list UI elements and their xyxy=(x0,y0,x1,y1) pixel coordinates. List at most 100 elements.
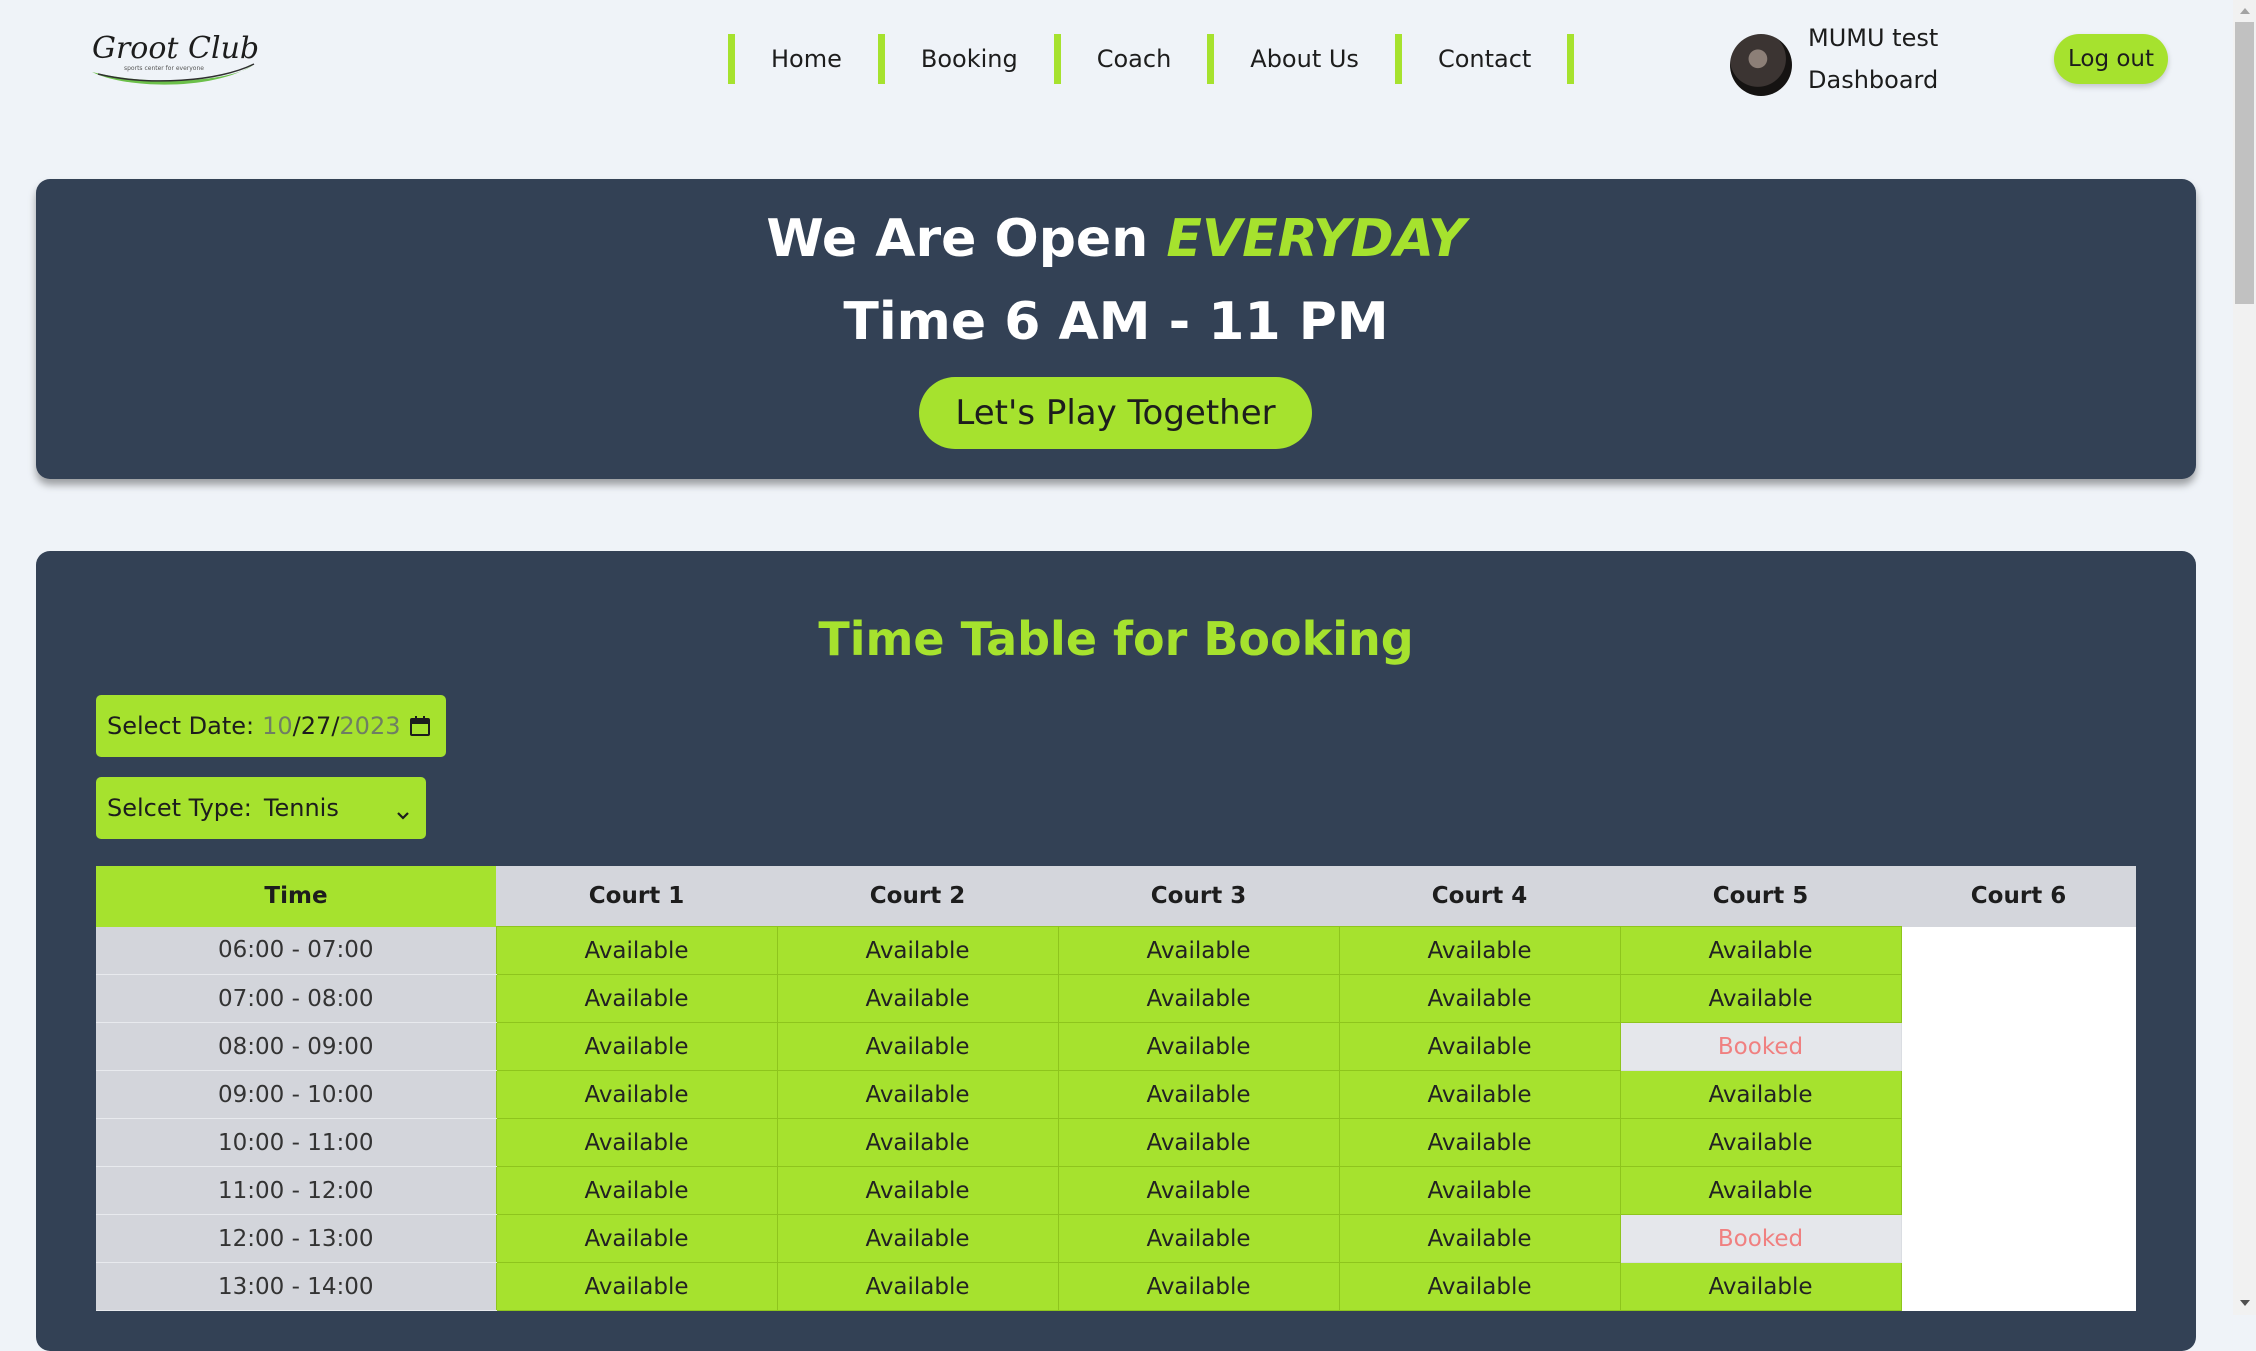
scroll-up-arrow-icon[interactable] xyxy=(2240,8,2250,14)
slot-available-court-4[interactable]: Available xyxy=(1338,1022,1621,1071)
slot-available-court-2[interactable]: Available xyxy=(776,1214,1059,1263)
type-label: Selcet Type: xyxy=(107,794,252,822)
slot-available-court-2[interactable]: Available xyxy=(776,1118,1059,1167)
dashboard-link[interactable]: Dashboard xyxy=(1808,64,1938,96)
type-value[interactable]: Tennis xyxy=(264,794,339,822)
user-name: MUMU test xyxy=(1808,24,1939,52)
time-slot-cell: 09:00 - 10:00 xyxy=(96,1070,496,1119)
date-month[interactable]: 10 xyxy=(262,712,293,740)
time-slot-cell: 13:00 - 14:00 xyxy=(96,1262,496,1311)
column-header-court-3: Court 3 xyxy=(1058,866,1339,927)
date-picker[interactable]: Select Date: 10/27/2023 xyxy=(96,695,446,757)
date-value[interactable]: 10/27/2023 xyxy=(262,712,400,740)
nav-divider xyxy=(877,34,885,84)
slot-available-court-1[interactable]: Available xyxy=(495,1118,778,1167)
slot-available-court-3[interactable]: Available xyxy=(1057,1070,1340,1119)
table-row: 12:00 - 13:00 Available Available Available… xyxy=(96,1214,2136,1263)
nav-divider xyxy=(728,34,735,84)
time-slot-cell: 07:00 - 08:00 xyxy=(96,974,496,1023)
slot-available-court-5[interactable]: Available xyxy=(1619,926,1902,975)
slot-available-court-1[interactable]: Available xyxy=(495,1262,778,1311)
slot-available-court-1[interactable]: Available xyxy=(495,1214,778,1263)
timetable-body: 06:00 - 07:00 Available Available Available… xyxy=(96,926,2136,1311)
calendar-icon[interactable] xyxy=(408,714,432,738)
table-row: 13:00 - 14:00 Available Available Available… xyxy=(96,1262,2136,1311)
column-header-court-5: Court 5 xyxy=(1620,866,1901,927)
slot-booked-court-5: Booked xyxy=(1619,1214,1902,1263)
slot-available-court-4[interactable]: Available xyxy=(1338,1214,1621,1263)
hero-headline: We Are Open EVERYDAY xyxy=(36,207,2196,271)
nav-home[interactable]: Home xyxy=(735,34,878,84)
slot-available-court-4[interactable]: Available xyxy=(1338,926,1621,975)
groot-club-logo[interactable]: Groot Club sports center for everyone xyxy=(88,28,258,90)
time-slot-cell: 08:00 - 09:00 xyxy=(96,1022,496,1071)
slot-available-court-4[interactable]: Available xyxy=(1338,1118,1621,1167)
time-slot-cell: 06:00 - 07:00 xyxy=(96,926,496,975)
date-label: Select Date: xyxy=(107,712,255,740)
table-row: 07:00 - 08:00 Available Available Available… xyxy=(96,974,2136,1023)
slot-available-court-3[interactable]: Available xyxy=(1057,1022,1340,1071)
table-row: 06:00 - 07:00 Available Available Available… xyxy=(96,926,2136,975)
slot-available-court-1[interactable]: Available xyxy=(495,926,778,975)
date-day[interactable]: 27 xyxy=(301,712,332,740)
slot-available-court-2[interactable]: Available xyxy=(776,1262,1059,1311)
slot-available-court-4[interactable]: Available xyxy=(1338,1262,1621,1311)
slot-available-court-3[interactable]: Available xyxy=(1057,1214,1340,1263)
date-sep: / xyxy=(292,712,301,740)
main-nav: Home Booking Coach About Us Contact xyxy=(728,34,1575,84)
slot-booked-court-5: Booked xyxy=(1619,1022,1902,1071)
nav-divider xyxy=(1207,34,1215,84)
slot-available-court-5[interactable]: Available xyxy=(1619,1118,1902,1167)
slot-empty-court-6 xyxy=(1901,1166,2136,1215)
slot-available-court-5[interactable]: Available xyxy=(1619,1070,1902,1119)
nav-coach[interactable]: Coach xyxy=(1061,34,1208,84)
logout-button[interactable]: Log out xyxy=(2054,34,2168,84)
avatar[interactable] xyxy=(1730,34,1792,96)
slot-available-court-4[interactable]: Available xyxy=(1338,1166,1621,1215)
scrollbar-thumb[interactable] xyxy=(2235,22,2254,304)
slot-empty-court-6 xyxy=(1901,926,2136,975)
scroll-down-arrow-icon[interactable] xyxy=(2240,1300,2250,1306)
chevron-down-icon[interactable] xyxy=(396,801,410,820)
slot-available-court-5[interactable]: Available xyxy=(1619,1262,1902,1311)
nav-divider xyxy=(1394,34,1402,84)
hero-hours: Time 6 AM - 11 PM xyxy=(843,292,1389,352)
hero-headline-prefix: We Are Open xyxy=(766,209,1149,269)
nav-booking[interactable]: Booking xyxy=(885,34,1054,84)
slot-available-court-5[interactable]: Available xyxy=(1619,974,1902,1023)
slot-available-court-2[interactable]: Available xyxy=(776,926,1059,975)
nav-divider xyxy=(1053,34,1061,84)
column-header-time: Time xyxy=(96,866,496,927)
nav-contact[interactable]: Contact xyxy=(1402,34,1567,84)
slot-available-court-3[interactable]: Available xyxy=(1057,1262,1340,1311)
nav-about-us[interactable]: About Us xyxy=(1214,34,1395,84)
slot-available-court-3[interactable]: Available xyxy=(1057,926,1340,975)
hero-banner: We Are Open EVERYDAY Time 6 AM - 11 PM L… xyxy=(36,179,2196,479)
slot-empty-court-6 xyxy=(1901,1214,2136,1263)
slot-available-court-2[interactable]: Available xyxy=(776,1022,1059,1071)
logo-tagline: sports center for everyone xyxy=(124,65,204,72)
slot-available-court-1[interactable]: Available xyxy=(495,1166,778,1215)
type-select[interactable]: Selcet Type: Tennis xyxy=(96,777,426,839)
nav-divider xyxy=(1567,34,1575,84)
slot-available-court-3[interactable]: Available xyxy=(1057,1118,1340,1167)
slot-available-court-4[interactable]: Available xyxy=(1338,1070,1621,1119)
booking-title: Time Table for Booking xyxy=(818,612,1414,666)
logo-graphic: Groot Club sports center for everyone xyxy=(92,31,258,85)
lets-play-button[interactable]: Let's Play Together xyxy=(919,377,1312,449)
slot-available-court-4[interactable]: Available xyxy=(1338,974,1621,1023)
slot-available-court-1[interactable]: Available xyxy=(495,1070,778,1119)
column-header-court-2: Court 2 xyxy=(777,866,1058,927)
slot-available-court-2[interactable]: Available xyxy=(776,974,1059,1023)
slot-available-court-2[interactable]: Available xyxy=(776,1070,1059,1119)
slot-available-court-5[interactable]: Available xyxy=(1619,1166,1902,1215)
slot-available-court-1[interactable]: Available xyxy=(495,1022,778,1071)
time-slot-cell: 12:00 - 13:00 xyxy=(96,1214,496,1263)
date-year[interactable]: 2023 xyxy=(339,712,400,740)
slot-available-court-2[interactable]: Available xyxy=(776,1166,1059,1215)
slot-available-court-3[interactable]: Available xyxy=(1057,974,1340,1023)
table-row: 08:00 - 09:00 Available Available Available… xyxy=(96,1022,2136,1071)
slot-available-court-3[interactable]: Available xyxy=(1057,1166,1340,1215)
hero-headline-accent: EVERYDAY xyxy=(1166,209,1466,269)
slot-available-court-1[interactable]: Available xyxy=(495,974,778,1023)
